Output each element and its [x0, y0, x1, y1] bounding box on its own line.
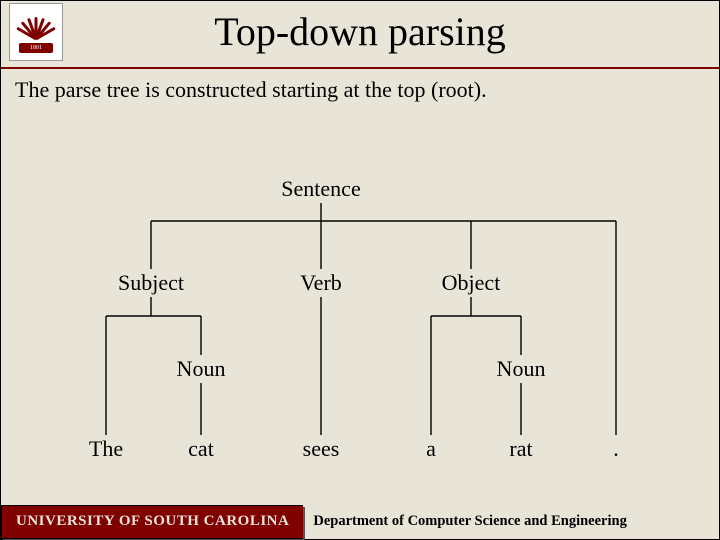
- title-bar: 1801 Top-down parsing: [1, 1, 719, 69]
- node-noun-2: Noun: [493, 355, 550, 383]
- leaf-cat: cat: [184, 435, 218, 463]
- slide-subtitle: The parse tree is constructed starting a…: [1, 69, 719, 103]
- slide-title: Top-down parsing: [1, 1, 719, 63]
- leaf-dot: .: [609, 435, 623, 463]
- tree-connector-lines: [1, 101, 720, 481]
- node-object: Object: [438, 269, 505, 297]
- leaf-a: a: [422, 435, 440, 463]
- logo-year: 1801: [19, 43, 53, 53]
- leaf-rat: rat: [505, 435, 536, 463]
- node-verb: Verb: [296, 269, 346, 297]
- university-logo: 1801: [9, 3, 63, 61]
- footer-department: Department of Computer Science and Engin…: [303, 505, 720, 539]
- node-sentence: Sentence: [277, 175, 364, 203]
- footer: UNIVERSITY OF SOUTH CAROLINA Department …: [1, 505, 720, 539]
- leaf-sees: sees: [299, 435, 344, 463]
- parse-tree-diagram: Sentence Subject Verb Object Noun Noun T…: [1, 101, 720, 481]
- footer-university: UNIVERSITY OF SOUTH CAROLINA: [1, 505, 303, 539]
- node-noun-1: Noun: [173, 355, 230, 383]
- leaf-the: The: [85, 435, 127, 463]
- node-subject: Subject: [114, 269, 188, 297]
- palmetto-fan-icon: [16, 11, 56, 41]
